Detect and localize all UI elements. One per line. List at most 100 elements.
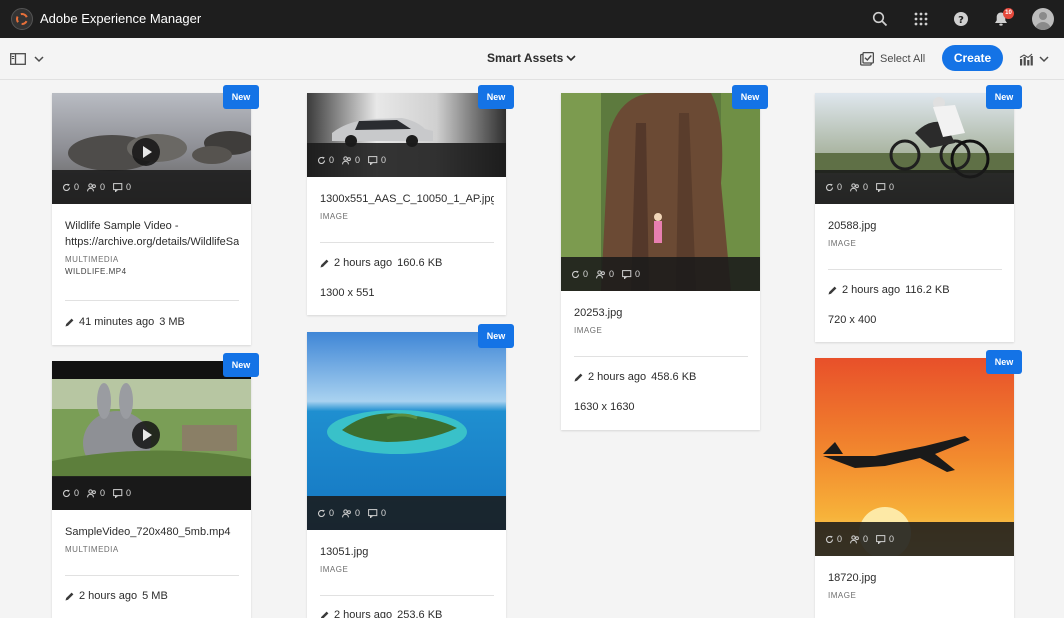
asset-name[interactable]: 20588.jpg (828, 218, 1002, 234)
people-icon (87, 488, 97, 498)
asset-stats-bar: 0 0 0 (307, 496, 506, 530)
asset-name[interactable]: Wildlife Sample Video - https://archive.… (65, 218, 239, 250)
asset-thumbnail[interactable]: 0 0 0 (815, 358, 1014, 556)
stat-count: 0 (100, 488, 106, 498)
play-icon[interactable] (132, 421, 160, 449)
title-chevron-down-icon[interactable] (565, 52, 577, 64)
people-icon (87, 182, 97, 192)
asset-modified-time: 41 minutes ago (79, 316, 155, 328)
asset-card[interactable]: 0 0 0 New 13051.jpg IMAGE 2 hours ago 25… (307, 324, 514, 618)
new-badge[interactable]: New (223, 85, 259, 109)
asset-name[interactable]: 13051.jpg (320, 544, 494, 560)
asset-card[interactable]: 0 0 0 New 20253.jpg IMAGE 2 hours ago 45… (561, 85, 768, 430)
card-divider (320, 595, 494, 596)
select-all-label: Select All (880, 53, 926, 65)
people-icon (342, 508, 352, 518)
stat-count: 0 (889, 182, 895, 192)
asset-card[interactable]: 0 0 0 New SampleVideo_720x480_5mb.mp4 MU… (52, 353, 259, 618)
pencil-icon (828, 286, 837, 294)
refresh-icon (62, 489, 71, 498)
asset-card[interactable]: 0 0 0 New 18720.jpg IMAGE (815, 350, 1022, 618)
asset-thumbnail[interactable]: 0 0 0 (52, 361, 251, 510)
stat-count: 0 (609, 269, 615, 279)
select-all-button[interactable]: Select All (860, 50, 925, 68)
new-badge[interactable]: New (478, 324, 514, 348)
chevron-down-icon (34, 56, 44, 63)
stat-count: 0 (355, 155, 361, 165)
asset-card[interactable]: 0 0 0 New 20588.jpg IMAGE 2 hours ago 11… (815, 85, 1022, 342)
create-button[interactable]: Create (942, 45, 1003, 71)
asset-info: 41 minutes ago 3 MB (65, 316, 185, 328)
asset-type: IMAGE (320, 212, 349, 221)
stat-count: 0 (863, 534, 869, 544)
page-title[interactable]: Smart Assets (487, 51, 563, 65)
search-icon[interactable] (870, 9, 890, 29)
asset-type: IMAGE (828, 591, 857, 600)
people-icon (342, 155, 352, 165)
action-bar: Smart Assets Select All Create (0, 38, 1064, 80)
card-divider (65, 300, 239, 301)
asset-dimensions: 1630 x 1630 (574, 401, 635, 413)
new-badge[interactable]: New (732, 85, 768, 109)
asset-meta: 13051.jpg IMAGE (320, 544, 494, 574)
asset-info: 2 hours ago 458.6 KB (574, 371, 696, 383)
app-title[interactable]: Adobe Experience Manager (40, 11, 201, 26)
help-icon[interactable]: ? (951, 9, 971, 29)
people-icon (850, 534, 860, 544)
asset-info: 2 hours ago 253.6 KB (320, 609, 442, 618)
asset-thumbnail[interactable]: 0 0 0 (307, 93, 506, 177)
asset-dimensions: 720 x 400 (828, 314, 877, 326)
asset-thumbnail[interactable]: 0 0 0 (561, 93, 760, 291)
shell-bar: Adobe Experience Manager ? 10 (0, 0, 1064, 38)
asset-name[interactable]: 1300x551_AAS_C_10050_1_AP.jpg (320, 191, 494, 207)
user-avatar-icon[interactable] (1032, 8, 1054, 30)
view-switcher-button[interactable] (1019, 51, 1057, 67)
asset-type: IMAGE (574, 326, 603, 335)
stat-count: 0 (126, 182, 132, 192)
asset-size: 3 MB (159, 316, 185, 328)
stat-count: 0 (381, 508, 387, 518)
new-badge[interactable]: New (986, 85, 1022, 109)
asset-card[interactable]: 0 0 0 New Wildlife Sample Video - https:… (52, 85, 259, 345)
aem-logo-icon[interactable] (11, 8, 33, 30)
asset-meta: 20588.jpg IMAGE (828, 218, 1002, 248)
asset-thumbnail[interactable]: 0 0 0 (52, 93, 251, 204)
asset-card[interactable]: 0 0 0 New 1300x551_AAS_C_10050_1_AP.jpg … (307, 85, 514, 315)
new-badge[interactable]: New (223, 353, 259, 377)
asset-info: 2 hours ago 5 MB (65, 590, 168, 602)
comment-icon (368, 155, 378, 165)
stat-count: 0 (74, 488, 80, 498)
asset-subtype: WILDLIFE.MP4 (65, 267, 127, 276)
asset-name[interactable]: SampleVideo_720x480_5mb.mp4 (65, 524, 239, 540)
refresh-icon (62, 183, 71, 192)
asset-name[interactable]: 20253.jpg (574, 305, 748, 321)
refresh-icon (825, 535, 834, 544)
card-divider (574, 356, 748, 357)
stat-count: 0 (837, 182, 843, 192)
asset-meta: Wildlife Sample Video - https://archive.… (65, 218, 239, 276)
stat-count: 0 (635, 269, 641, 279)
asset-name[interactable]: 18720.jpg (828, 570, 1002, 586)
stat-count: 0 (837, 534, 843, 544)
card-divider (320, 242, 494, 243)
asset-dimensions: 1300 x 551 (320, 287, 375, 299)
refresh-icon (825, 183, 834, 192)
apps-grid-icon[interactable] (911, 9, 931, 29)
asset-size: 5 MB (142, 590, 168, 602)
rail-toggle-button[interactable] (10, 50, 48, 68)
refresh-icon (571, 270, 580, 279)
play-icon[interactable] (132, 138, 160, 166)
stat-count: 0 (74, 182, 80, 192)
refresh-icon (317, 509, 326, 518)
new-badge[interactable]: New (986, 350, 1022, 374)
asset-thumbnail[interactable]: 0 0 0 (815, 93, 1014, 204)
new-badge[interactable]: New (478, 85, 514, 109)
asset-stats-bar: 0 0 0 (307, 143, 506, 177)
asset-modified-time: 2 hours ago (79, 590, 138, 602)
asset-modified-time: 2 hours ago (588, 371, 647, 383)
asset-thumbnail[interactable]: 0 0 0 (307, 332, 506, 530)
asset-size: 458.6 KB (651, 371, 697, 383)
asset-size: 253.6 KB (397, 609, 443, 618)
asset-stats-bar: 0 0 0 (561, 257, 760, 291)
comment-icon (876, 534, 886, 544)
